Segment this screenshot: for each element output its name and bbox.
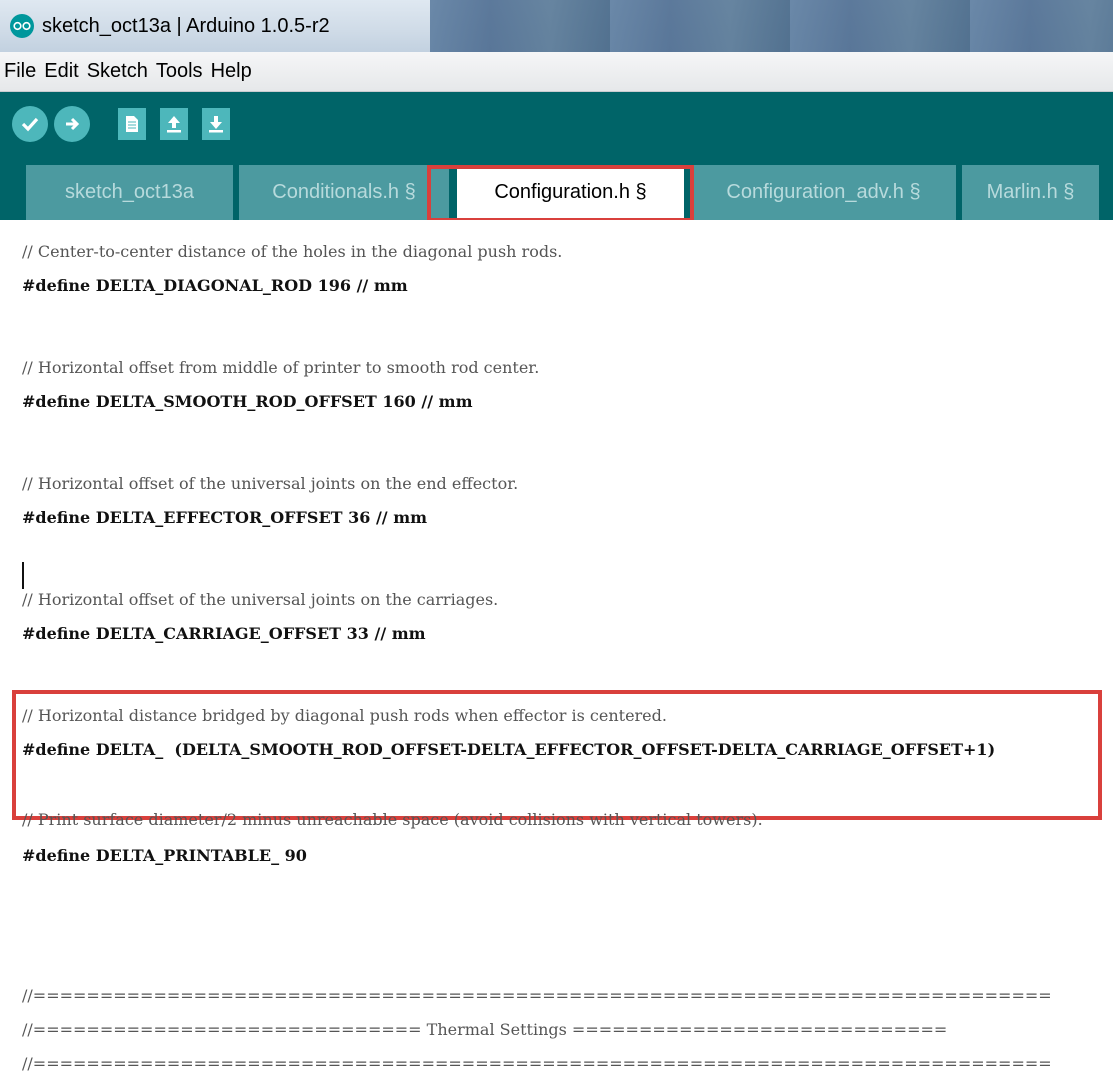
title-bar-left: sketch_oct13a | Arduino 1.0.5-r2 [0, 0, 430, 52]
menu-sketch[interactable]: Sketch [87, 60, 148, 83]
code-line-9: // Horizontal distance bridged by diagon… [22, 706, 667, 725]
open-icon [167, 115, 181, 132]
code-line-4: #define DELTA_SMOOTH_ROD_OFFSET 160 // m… [22, 392, 473, 411]
code-line-6: #define DELTA_EFFECTOR_OFFSET 36 // mm [22, 508, 428, 527]
code-line-10: #define DELTA_ (DELTA_SMOOTH_ROD_OFFSET-… [22, 740, 996, 759]
code-line-3: // Horizontal offset from middle of prin… [22, 358, 540, 377]
save-button[interactable] [202, 107, 230, 140]
open-button[interactable] [160, 107, 188, 140]
toolbar [0, 92, 1113, 155]
tab-configuration[interactable]: Configuration.h § [457, 165, 684, 220]
code-line-1: // Center-to-center distance of the hole… [22, 242, 563, 261]
code-line-5: // Horizontal offset of the universal jo… [22, 474, 519, 493]
code-line-8: #define DELTA_CARRIAGE_OFFSET 33 // mm [22, 624, 426, 643]
title-bar: sketch_oct13a | Arduino 1.0.5-r2 [0, 0, 1113, 52]
code-line-12: #define DELTA_PRINTABLE_ 90 [22, 846, 307, 865]
arduino-logo-icon [10, 14, 34, 38]
upload-icon [66, 117, 80, 130]
verify-button[interactable] [12, 105, 48, 142]
text-cursor [22, 562, 24, 589]
menu-bar: File Edit Sketch Tools Help [0, 52, 1113, 92]
tab-sketch-oct13a[interactable]: sketch_oct13a [26, 165, 233, 220]
menu-file[interactable]: File [4, 60, 36, 83]
tab-bar: sketch_oct13a Conditionals.h § Configura… [0, 155, 1113, 222]
code-editor[interactable]: // Center-to-center distance of the hole… [0, 220, 1113, 1077]
code-line-15: //======================================… [22, 1054, 1052, 1073]
menu-edit[interactable]: Edit [44, 60, 78, 83]
upload-button[interactable] [54, 105, 90, 142]
menu-help[interactable]: Help [211, 60, 252, 83]
code-line-14: //============================= Thermal … [22, 1020, 948, 1039]
tab-marlin[interactable]: Marlin.h § [962, 165, 1099, 220]
tab-configuration-adv[interactable]: Configuration_adv.h § [691, 165, 956, 220]
code-line-11: // Print surface diameter/2 minus unreac… [22, 810, 763, 829]
code-line-13: //======================================… [22, 986, 1052, 1005]
window-title: sketch_oct13a | Arduino 1.0.5-r2 [42, 14, 330, 37]
menu-tools[interactable]: Tools [156, 60, 203, 83]
save-icon [209, 115, 223, 132]
title-bar-background [430, 0, 1113, 52]
verify-icon [21, 117, 39, 131]
code-line-2: #define DELTA_DIAGONAL_ROD 196 // mm [22, 276, 408, 295]
tab-conditionals[interactable]: Conditionals.h § [239, 165, 449, 220]
code-line-7: // Horizontal offset of the universal jo… [22, 590, 499, 609]
new-icon [126, 115, 138, 132]
new-button[interactable] [118, 107, 146, 140]
